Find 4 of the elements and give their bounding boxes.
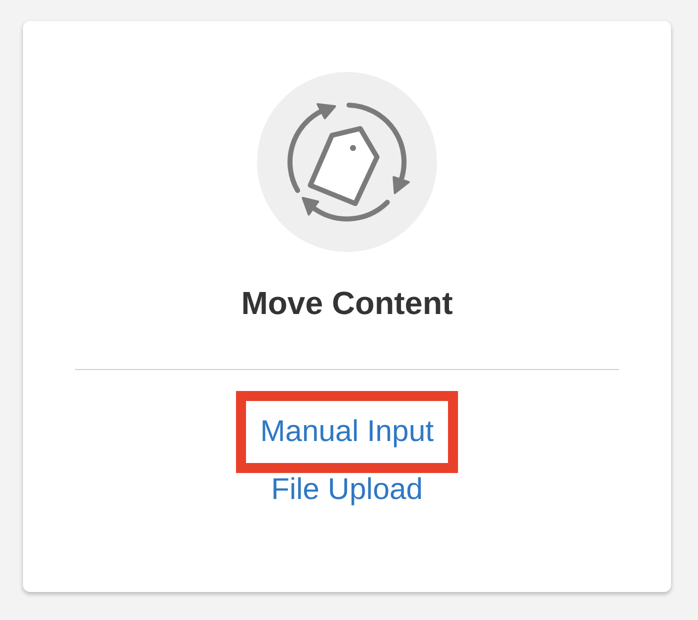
text-link[interactable]: Manual Input <box>260 415 434 449</box>
text-link[interactable]: File Upload <box>271 473 423 507</box>
tag-sync-icon <box>257 72 437 252</box>
card-title: Move Content <box>241 285 453 321</box>
